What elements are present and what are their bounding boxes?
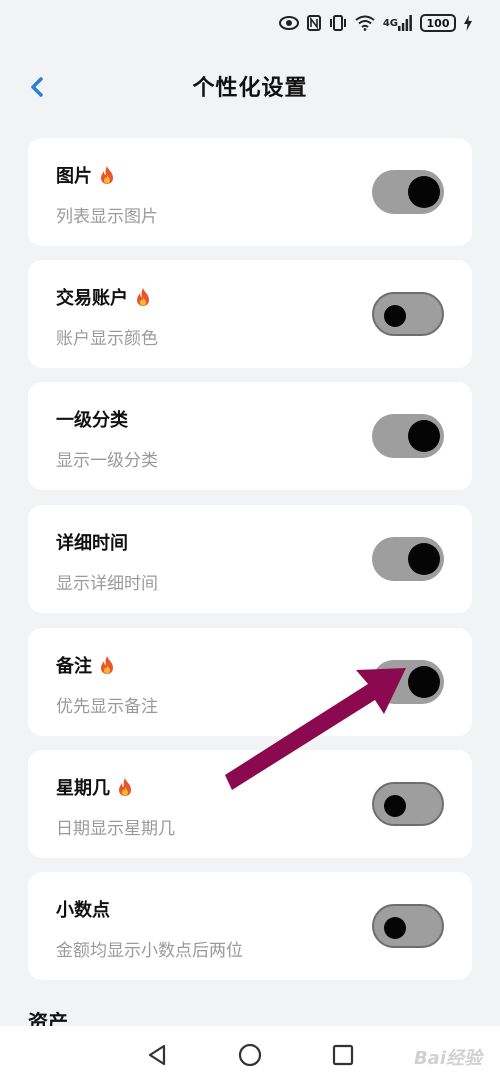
triangle-back-icon: [148, 1044, 165, 1066]
nav-recents-button[interactable]: [330, 1042, 356, 1068]
setting-toggle[interactable]: [372, 904, 444, 948]
signal-icon: 4G: [383, 15, 412, 31]
setting-title: 星期几: [56, 778, 110, 799]
setting-description: 列表显示图片: [56, 207, 158, 227]
wifi-icon: [355, 15, 375, 31]
page-header: 个性化设置: [0, 62, 500, 110]
setting-description: 金额均显示小数点后两位: [56, 941, 243, 961]
setting-description: 显示一级分类: [56, 451, 158, 471]
setting-card: 备注 优先显示备注: [28, 628, 472, 736]
setting-title-row: 星期几: [56, 774, 134, 800]
setting-card: 详细时间显示详细时间: [28, 505, 472, 613]
setting-title: 详细时间: [56, 533, 128, 554]
toggle-knob: [384, 795, 406, 817]
back-button[interactable]: [22, 72, 52, 102]
setting-description: 账户显示颜色: [56, 329, 158, 349]
setting-toggle[interactable]: [372, 537, 444, 581]
toggle-knob: [408, 543, 440, 575]
eye-icon: [278, 16, 299, 30]
setting-title: 备注: [56, 656, 92, 677]
circle-home-icon: [238, 1043, 262, 1067]
setting-title: 一级分类: [56, 410, 128, 431]
setting-title-row: 小数点: [56, 896, 110, 922]
setting-title: 图片: [56, 166, 92, 187]
setting-card: 交易账户账户显示颜色: [28, 260, 472, 368]
battery-indicator: 100: [420, 14, 456, 32]
toggle-knob: [408, 666, 440, 698]
chevron-left-icon: [31, 77, 43, 97]
setting-toggle[interactable]: [372, 660, 444, 704]
square-recents-icon: [333, 1044, 354, 1066]
setting-toggle[interactable]: [372, 414, 444, 458]
setting-toggle[interactable]: [372, 292, 444, 336]
setting-description: 优先显示备注: [56, 697, 158, 717]
setting-title-row: 一级分类: [56, 406, 128, 432]
fire-icon: [98, 165, 116, 185]
fire-icon: [134, 287, 152, 307]
setting-card: 图片 列表显示图片: [28, 138, 472, 246]
charging-icon: [464, 15, 472, 31]
nfc-icon: [306, 15, 321, 31]
setting-description: 日期显示星期几: [56, 819, 175, 839]
toggle-knob: [384, 917, 406, 939]
setting-description: 显示详细时间: [56, 574, 158, 594]
page-title: 个性化设置: [192, 76, 308, 101]
setting-card: 一级分类显示一级分类: [28, 382, 472, 490]
setting-title: 小数点: [56, 900, 110, 921]
setting-title: 交易账户: [56, 288, 128, 309]
network-type: 4G: [382, 17, 398, 29]
nav-back-button[interactable]: [144, 1042, 170, 1068]
toggle-knob: [408, 176, 440, 208]
setting-title-row: 图片: [56, 162, 116, 188]
toggle-knob: [408, 420, 440, 452]
setting-title-row: 详细时间: [56, 529, 128, 555]
status-bar: 4G 100: [0, 0, 500, 46]
battery-level: 100: [426, 16, 450, 30]
fire-icon: [116, 777, 134, 797]
setting-title-row: 交易账户: [56, 284, 152, 310]
setting-toggle[interactable]: [372, 170, 444, 214]
toggle-knob: [384, 305, 406, 327]
watermark: Bai经验: [413, 1048, 482, 1069]
setting-toggle[interactable]: [372, 782, 444, 826]
setting-card: 星期几日期显示星期几: [28, 750, 472, 858]
nav-home-button[interactable]: [237, 1042, 263, 1068]
setting-title-row: 备注: [56, 652, 116, 678]
setting-card: 小数点金额均显示小数点后两位: [28, 872, 472, 980]
fire-icon: [98, 655, 116, 675]
vibrate-icon: [329, 15, 347, 31]
